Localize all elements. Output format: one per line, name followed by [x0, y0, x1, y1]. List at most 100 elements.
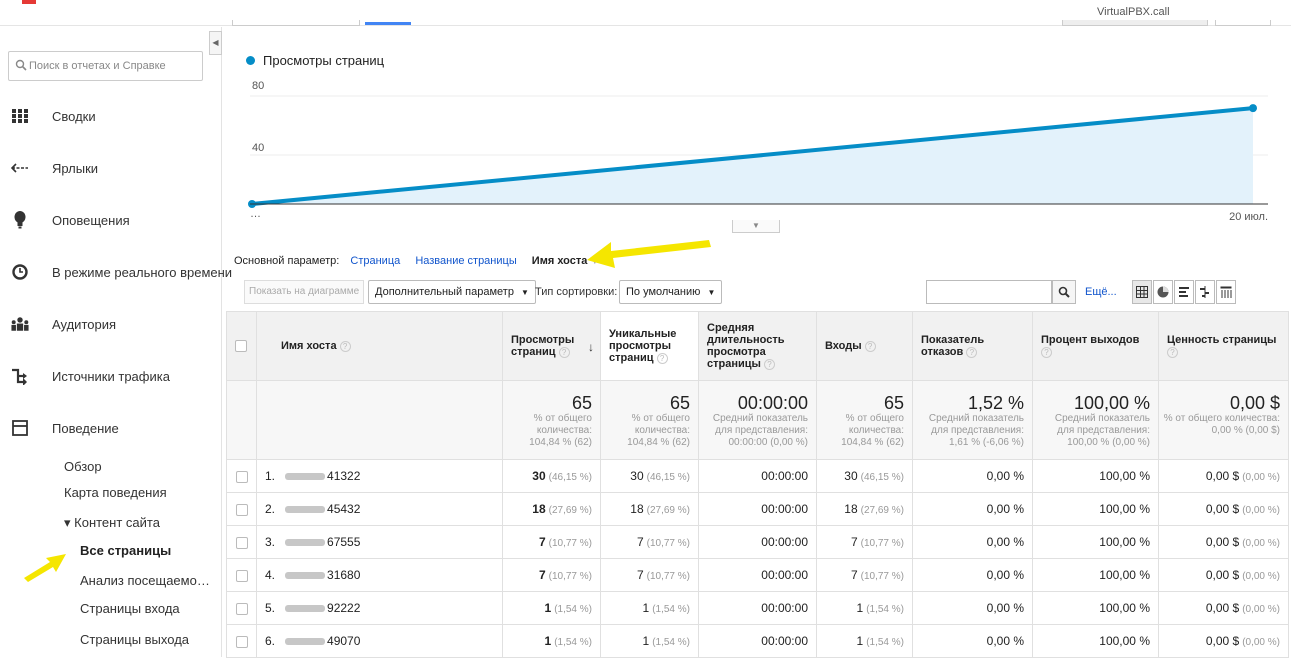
chart-expand-handle[interactable]: ▼	[732, 220, 780, 233]
sidebar-sub-content-drilldown[interactable]: Анализ посещаемо…	[80, 573, 210, 588]
total-value: 100,00 %	[1073, 393, 1150, 413]
row-checkbox[interactable]	[235, 569, 248, 582]
column-header-bounce-rate[interactable]: Показатель отказов ?	[912, 311, 1033, 381]
avg-time-value: 00:00:00	[761, 502, 808, 516]
host-cell[interactable]: 3. 67555	[256, 525, 503, 559]
sidebar-sub-all-pages[interactable]: Все страницы	[80, 543, 171, 558]
dimension-option-page[interactable]: Страница	[350, 255, 400, 267]
avg-time-value: 00:00:00	[761, 634, 808, 648]
pivot-view-icon	[1220, 286, 1232, 298]
host-cell[interactable]: 2. 45432	[256, 492, 503, 526]
host-suffix[interactable]: 67555	[327, 535, 360, 549]
bounce-value: 0,00 %	[986, 601, 1024, 615]
grid-icon	[11, 107, 29, 125]
host-suffix[interactable]: 41322	[327, 469, 360, 483]
sidebar-item-behavior[interactable]: Поведение	[0, 411, 222, 445]
view-toggle-stub[interactable]	[1062, 20, 1208, 26]
column-header-avg-time[interactable]: Средняя длительность просмотра страницы …	[698, 311, 817, 381]
column-header-label: Имя хоста	[281, 340, 337, 352]
advanced-filter-link[interactable]: Ещё...	[1085, 286, 1117, 298]
sidebar-sub-site-content[interactable]: ▾ Контент сайта	[64, 515, 160, 531]
view-comparison-button[interactable]	[1195, 280, 1215, 304]
column-header-page-value[interactable]: Ценность страницы ?	[1158, 311, 1289, 381]
help-icon[interactable]: ?	[656, 352, 668, 364]
row-checkbox[interactable]	[235, 635, 248, 648]
value-cell: 0,00 $ (0,00 %)	[1158, 591, 1289, 625]
search-input[interactable]	[29, 58, 199, 74]
table-row: 3. 67555 7 (10,77 %) 7 (10,77 %) 00:00:00 7 (10,…	[226, 525, 1289, 559]
sidebar-item-shortcuts[interactable]: Ярлыки	[0, 151, 222, 185]
host-cell[interactable]: 6. 49070	[256, 624, 503, 658]
sort-type-select[interactable]: По умолчанию ▼	[619, 280, 723, 304]
sidebar-sub-landing-pages[interactable]: Страницы входа	[80, 601, 180, 616]
host-suffix[interactable]: 45432	[327, 502, 360, 516]
help-icon[interactable]: ?	[864, 340, 876, 352]
row-checkbox[interactable]	[235, 470, 248, 483]
column-header-host[interactable]: Имя хоста ?	[256, 311, 503, 381]
column-header-unique-pageviews[interactable]: Уникальные просмотры страниц ?	[600, 311, 699, 381]
active-tab-indicator	[365, 22, 411, 25]
help-icon[interactable]: ?	[1041, 346, 1052, 358]
column-header-pageviews[interactable]: Просмотры страниц ? ↓	[502, 311, 601, 381]
host-suffix[interactable]: 31680	[327, 568, 360, 582]
redacted-host	[285, 539, 326, 547]
host-cell[interactable]: 1. 41322	[256, 459, 503, 493]
column-header-entrances[interactable]: Входы ?	[816, 311, 913, 381]
help-icon[interactable]: ?	[339, 340, 351, 352]
host-cell[interactable]: 5. 92222	[256, 591, 503, 625]
sidebar-item-alerts[interactable]: Оповещения	[0, 203, 222, 237]
help-icon[interactable]: ?	[1167, 346, 1178, 358]
unique-value: 1	[642, 634, 650, 648]
row-checkbox[interactable]	[235, 602, 248, 615]
row-checkbox[interactable]	[235, 503, 248, 516]
pageviews-cell: 7 (10,77 %)	[502, 525, 601, 559]
host-cell[interactable]: 4. 31680	[256, 558, 503, 592]
host-suffix[interactable]: 49070	[327, 634, 360, 648]
x-tick-label: 20 июл.	[1229, 211, 1268, 223]
row-checkbox-cell	[226, 525, 257, 559]
select-all-checkbox[interactable]	[235, 340, 247, 353]
plot-rows-button[interactable]: Показать на диаграмме	[244, 280, 365, 304]
sidebar-item-dashboards[interactable]: Сводки	[0, 99, 222, 133]
page-value-share: (0,00 %)	[1242, 637, 1280, 648]
account-name[interactable]: VirtualPBX.call	[1097, 6, 1170, 18]
y-tick-label: 80	[252, 80, 265, 92]
help-icon[interactable]: ?	[966, 346, 978, 358]
help-icon[interactable]: ?	[763, 358, 775, 370]
table-filter-search-button[interactable]	[1052, 280, 1076, 304]
period-toggle-stub[interactable]	[1215, 20, 1271, 26]
collapse-sidebar-button[interactable]: ◀	[209, 31, 222, 55]
sidebar-sub-behavior-flow[interactable]: Карта поведения	[64, 485, 167, 500]
view-pie-button[interactable]	[1153, 280, 1173, 304]
logo-mark	[22, 0, 36, 4]
avg-time-cell: 00:00:00	[698, 492, 817, 526]
clock-icon	[11, 263, 29, 281]
secondary-dimension-select[interactable]: Дополнительный параметр ▼	[368, 280, 536, 304]
bounce-value: 0,00 %	[986, 469, 1024, 483]
view-pivot-button[interactable]	[1216, 280, 1236, 304]
unique-value: 7	[636, 535, 644, 549]
sidebar-item-audience[interactable]: Аудитория	[0, 307, 222, 341]
date-range-stub[interactable]	[232, 20, 360, 26]
help-icon[interactable]: ?	[558, 346, 570, 358]
bar-view-icon	[1179, 287, 1189, 297]
dimension-option-page-title[interactable]: Название страницы	[415, 255, 516, 267]
sidebar-item-realtime[interactable]: В режиме реального времени	[0, 255, 232, 289]
row-checkbox[interactable]	[235, 536, 248, 549]
chart-legend[interactable]: Просмотры страниц	[246, 53, 384, 68]
row-index: 5.	[265, 601, 276, 615]
bulb-icon	[11, 211, 29, 229]
view-performance-button[interactable]	[1174, 280, 1194, 304]
sidebar-search[interactable]	[8, 51, 203, 81]
sidebar-sub-exit-pages[interactable]: Страницы выхода	[80, 632, 189, 647]
view-table-button[interactable]	[1132, 280, 1152, 304]
unique-cell: 18 (27,69 %)	[600, 492, 699, 526]
entrances-share: (1,54 %)	[866, 637, 904, 648]
host-suffix[interactable]: 92222	[327, 601, 360, 615]
sidebar-item-acquisition[interactable]: Источники трафика	[0, 359, 222, 393]
sidebar-sub-overview[interactable]: Обзор	[64, 459, 102, 474]
table-filter-input[interactable]	[926, 280, 1052, 304]
highlight-arrow-icon	[24, 554, 66, 582]
column-header-exit-rate[interactable]: Процент выходов ?	[1032, 311, 1159, 381]
y-tick-label: 40	[252, 142, 265, 154]
